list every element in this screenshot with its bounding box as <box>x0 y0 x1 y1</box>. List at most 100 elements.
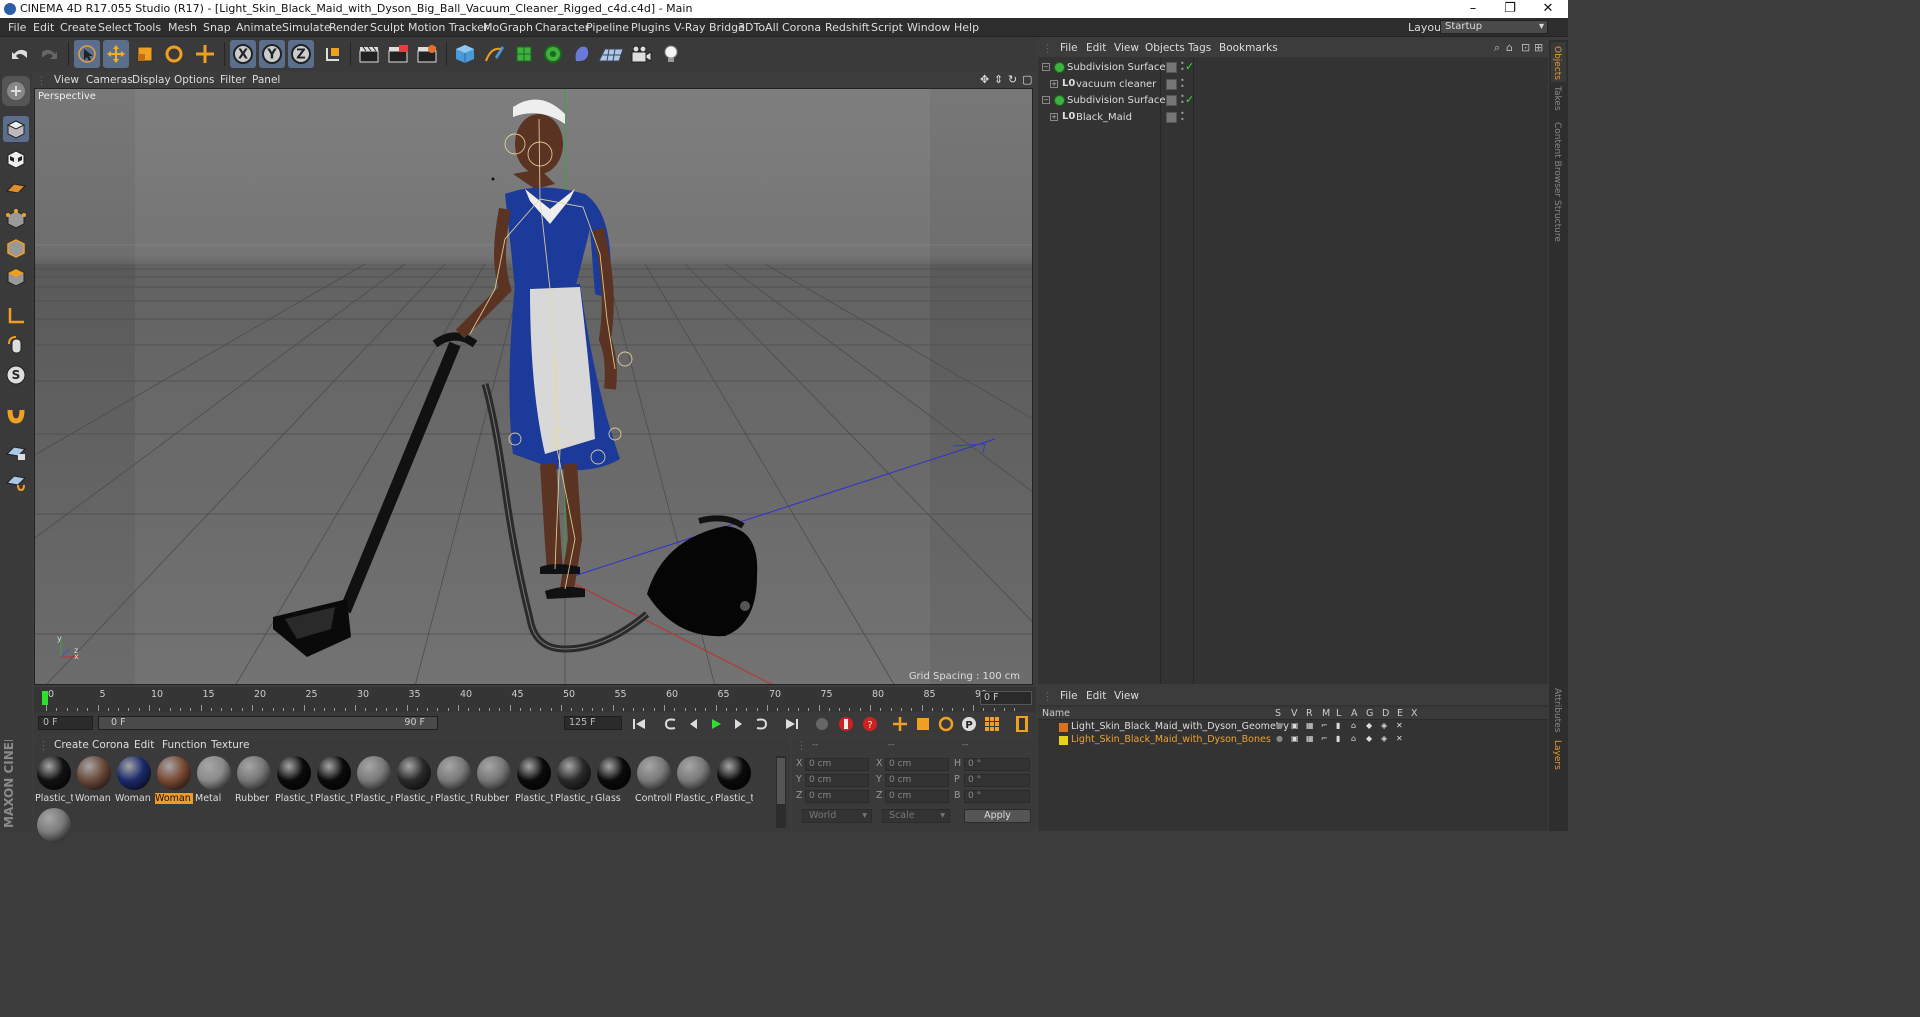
material-swatch[interactable]: Plastic_r <box>555 756 593 808</box>
menu-plugins[interactable]: Plugins <box>631 21 670 34</box>
live-selection-button[interactable] <box>74 40 100 68</box>
coordinate-mode-dropdown[interactable]: World ▾ <box>802 809 872 823</box>
layer-toggle-icon[interactable]: ✕ <box>1396 721 1403 730</box>
rotation-field[interactable]: 0 ° <box>964 774 1030 787</box>
layer-toggle-icon[interactable]: ▮ <box>1336 721 1340 730</box>
object-menu-objects[interactable]: Objects <box>1145 42 1185 54</box>
material-swatch[interactable]: Woman <box>115 756 153 808</box>
layer-tag-icon[interactable] <box>1166 62 1177 73</box>
column-m[interactable]: M <box>1322 708 1330 719</box>
material-menu-edit[interactable]: Edit <box>134 739 154 751</box>
x-axis-button[interactable]: X <box>230 40 256 68</box>
subdivision-surface-button[interactable] <box>511 40 537 68</box>
workplane-mode-button[interactable] <box>3 175 29 201</box>
visibility-dots-icon[interactable]: • • <box>1180 60 1185 74</box>
key-position-button[interactable] <box>890 714 910 734</box>
render-picture-viewer-button[interactable] <box>385 40 411 68</box>
column-d[interactable]: D <box>1382 708 1389 719</box>
motion-record-button[interactable] <box>812 714 832 734</box>
deformer-button[interactable] <box>569 40 595 68</box>
material-swatch[interactable]: Plastic_c <box>675 756 713 808</box>
rotation-field[interactable]: 0 ° <box>964 758 1030 771</box>
column-g[interactable]: G <box>1366 708 1373 719</box>
column-v[interactable]: V <box>1291 708 1298 719</box>
lock-workplane-button[interactable] <box>3 439 29 465</box>
next-frame-button[interactable] <box>728 714 748 734</box>
layer-menu-file[interactable]: File <box>1060 690 1078 702</box>
menu-character[interactable]: Character <box>535 21 589 34</box>
key-parameter-button[interactable]: P <box>959 714 979 734</box>
size-field[interactable]: 0 cm <box>885 774 949 787</box>
object-menu-edit[interactable]: Edit <box>1086 42 1106 54</box>
layer-tag-icon[interactable] <box>1166 78 1177 90</box>
current-frame-field[interactable]: 0 F <box>980 691 1032 705</box>
close-icon[interactable]: ✕ <box>1530 0 1566 18</box>
search-icon[interactable]: ⌕ <box>1494 41 1500 55</box>
polygons-mode-button[interactable] <box>3 264 29 290</box>
home-icon[interactable]: ⌂ <box>1506 41 1513 54</box>
material-swatch[interactable]: Plastic_t <box>275 756 313 808</box>
key-pla-button[interactable] <box>982 714 1002 734</box>
layer-toggle-icon[interactable]: ◈ <box>1381 734 1387 743</box>
layer-toggle-icon[interactable]: ▣ <box>1291 734 1299 743</box>
layer-toggle-icon[interactable]: ▦ <box>1306 734 1314 743</box>
layout-dropdown[interactable]: Startup ▾ <box>1440 20 1548 34</box>
texture-mode-button[interactable] <box>3 146 29 172</box>
play-button[interactable] <box>706 714 726 734</box>
size-field[interactable]: 0 cm <box>885 758 949 771</box>
minimize-icon[interactable]: – <box>1455 0 1491 18</box>
apply-button[interactable]: Apply <box>964 809 1031 823</box>
layer-row[interactable]: Light_Skin_Black_Maid_with_Dyson_Geometr… <box>1038 721 1548 734</box>
column-a[interactable]: A <box>1351 708 1358 719</box>
pen-spline-button[interactable] <box>481 40 507 68</box>
layer-toggle-icon[interactable]: ✕ <box>1396 734 1403 743</box>
key-rotation-button[interactable] <box>936 714 956 734</box>
menu-script[interactable]: Script <box>871 21 903 34</box>
render-view-button[interactable] <box>356 40 382 68</box>
layer-row[interactable]: Light_Skin_Black_Maid_with_Dyson_Bones ● ▣… <box>1038 734 1548 747</box>
menu-tools[interactable]: Tools <box>134 21 161 34</box>
snap-button[interactable]: S <box>3 362 29 388</box>
points-mode-button[interactable] <box>3 206 29 232</box>
layer-toggle-icon[interactable]: ⌂ <box>1351 734 1356 743</box>
go-to-end-button[interactable] <box>782 714 802 734</box>
expand-icon[interactable]: + <box>1050 112 1058 121</box>
edges-mode-button[interactable] <box>3 235 29 261</box>
object-row[interactable]: + L0 Black_Maid • • <box>1038 109 1548 126</box>
material-swatch[interactable]: Rubber <box>235 756 273 808</box>
layer-menu-view[interactable]: View <box>1114 690 1139 702</box>
viewport-menu-display[interactable]: Display <box>132 74 171 86</box>
material-swatch[interactable]: Woman <box>155 756 193 808</box>
material-swatch[interactable]: Plastic_t <box>35 756 73 808</box>
tab-objects[interactable]: Objects <box>1552 46 1562 80</box>
menu-sculpt[interactable]: Sculpt <box>370 21 404 34</box>
material-menu-create[interactable]: Create <box>54 739 89 751</box>
layer-menu-edit[interactable]: Edit <box>1086 690 1106 702</box>
object-menu-view[interactable]: View <box>1114 42 1139 54</box>
column-s[interactable]: S <box>1275 708 1281 719</box>
column-name[interactable]: Name <box>1042 708 1070 719</box>
material-swatch[interactable]: Plastic_t <box>315 756 353 808</box>
material-swatch[interactable]: Plastic_r <box>395 756 433 808</box>
position-field[interactable]: 0 cm <box>805 758 869 771</box>
material-swatch[interactable]: Glass <box>595 756 633 808</box>
tab-structure[interactable]: Structure <box>1552 200 1562 242</box>
transform-button[interactable] <box>192 40 218 68</box>
menu-snap[interactable]: Snap <box>203 21 231 34</box>
menu-edit[interactable]: Edit <box>33 21 54 34</box>
layer-tag-icon[interactable] <box>1166 95 1177 106</box>
layer-swatch[interactable] <box>1059 723 1068 732</box>
viewport-menu-cameras[interactable]: Cameras <box>86 74 133 86</box>
viewport-perspective[interactable]: y x z Perspective Grid Spacing : 100 cm <box>34 88 1033 685</box>
material-scrollbar[interactable] <box>776 756 786 828</box>
object-menu-bookmarks[interactable]: Bookmarks <box>1219 42 1278 54</box>
scrollbar-thumb[interactable] <box>777 758 785 804</box>
expand-icon[interactable]: + <box>1050 79 1058 88</box>
render-settings-button[interactable] <box>414 40 440 68</box>
cube-button[interactable] <box>452 40 478 68</box>
menu-redshift[interactable]: Redshift <box>825 21 870 34</box>
enabled-check-icon[interactable]: ✓ <box>1185 93 1194 106</box>
material-swatch[interactable]: Plastic_r <box>355 756 393 808</box>
start-frame-field[interactable]: 0 F <box>38 716 93 730</box>
key-scale-button[interactable] <box>913 714 933 734</box>
